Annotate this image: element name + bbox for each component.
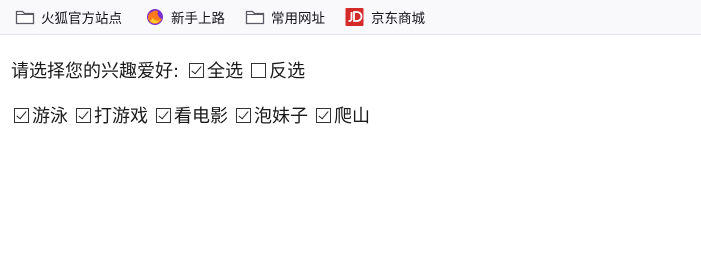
checkbox-label: 爬山 <box>334 106 370 127</box>
checkbox-box[interactable] <box>189 62 205 78</box>
checkbox-label: 泡妹子 <box>254 106 308 127</box>
hobby-list: 游泳 打游戏 看电影 泡妹子 爬山 <box>14 102 378 128</box>
bookmark-label: 京东商城 <box>371 11 425 27</box>
hobby-checkbox-movies[interactable]: 看电影 <box>156 102 228 128</box>
jd-icon <box>345 8 365 26</box>
bookmark-label: 火狐官方站点 <box>41 11 122 27</box>
checkbox-box[interactable] <box>251 62 267 78</box>
checkbox-label: 打游戏 <box>94 106 148 127</box>
hobby-checkbox-dating[interactable]: 泡妹子 <box>236 102 308 128</box>
bookmark-label: 常用网址 <box>271 11 325 27</box>
checkbox-label: 看电影 <box>174 106 228 127</box>
invert-selection-checkbox[interactable]: 反选 <box>251 57 305 83</box>
folder-icon <box>245 8 265 26</box>
folder-icon <box>15 8 35 26</box>
hobby-checkbox-hiking[interactable]: 爬山 <box>316 102 370 128</box>
checkbox-label: 游泳 <box>32 106 68 127</box>
checkbox-box[interactable] <box>316 107 331 123</box>
hobby-checkbox-swimming[interactable]: 游泳 <box>14 102 68 128</box>
hobby-checkbox-gaming[interactable]: 打游戏 <box>76 102 148 128</box>
bookmark-firefox-official[interactable]: 火狐官方站点 <box>15 6 122 28</box>
checkbox-box[interactable] <box>76 107 91 123</box>
checkbox-box[interactable] <box>156 107 171 123</box>
checkbox-label: 反选 <box>269 61 306 82</box>
bookmark-label: 新手上路 <box>171 11 225 27</box>
checkbox-box[interactable] <box>236 107 251 123</box>
interest-prompt: 请选择您的兴趣爱好: <box>11 61 180 82</box>
bookmark-common-sites[interactable]: 常用网址 <box>245 6 325 28</box>
checkbox-box[interactable] <box>14 107 29 123</box>
bookmark-jd-mall[interactable]: 京东商城 <box>345 6 425 28</box>
checkbox-label: 全选 <box>207 61 244 82</box>
bookmark-getting-started[interactable]: 新手上路 <box>145 6 225 28</box>
interest-control-row: 请选择您的兴趣爱好: 全选 反选 <box>11 57 313 83</box>
select-all-checkbox[interactable]: 全选 <box>189 57 243 83</box>
bookmarks-toolbar: 火狐官方站点 新手上路 常用网址 京东商城 <box>0 0 701 35</box>
firefox-icon <box>145 8 165 26</box>
